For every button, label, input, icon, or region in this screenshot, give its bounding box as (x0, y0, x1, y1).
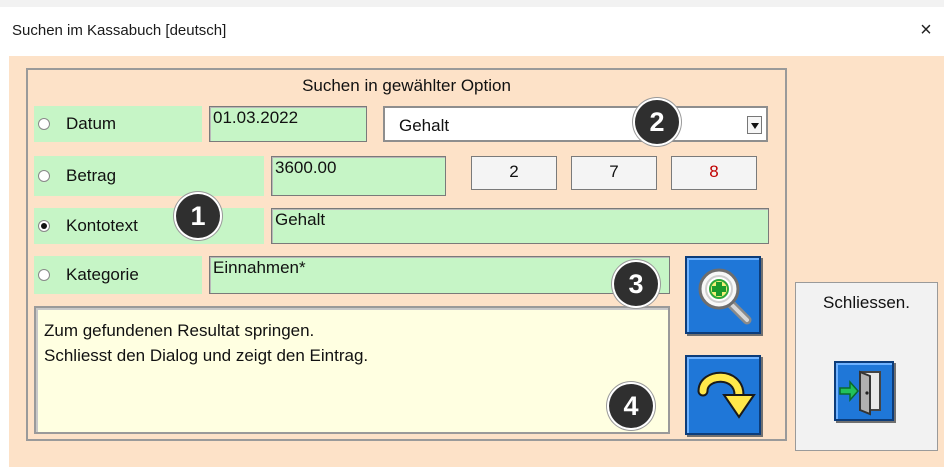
close-label: Schliessen. (823, 293, 910, 312)
option-kontotext-label: Kontotext (66, 216, 138, 235)
datum-field[interactable]: 01.03.2022 (209, 106, 367, 142)
betrag-field[interactable]: 3600.00 (271, 156, 446, 196)
counter-button-2[interactable]: 7 (571, 156, 657, 190)
curved-arrow-down-icon (697, 371, 756, 419)
jump-to-result-button[interactable] (685, 355, 761, 435)
door-exit-icon (839, 370, 881, 416)
radio-betrag[interactable] (38, 170, 50, 182)
option-betrag-label: Betrag (66, 166, 117, 185)
option-kontotext[interactable]: Kontotext (34, 208, 264, 244)
frame-title: Suchen in gewählter Option (302, 76, 511, 95)
chevron-down-icon[interactable] (747, 116, 762, 134)
window-title: Suchen im Kassabuch [deutsch] (12, 22, 227, 39)
magnifier-plus-icon (698, 268, 752, 325)
radio-kontotext[interactable] (38, 220, 50, 232)
badge-1: 1 (176, 194, 220, 238)
radio-datum[interactable] (38, 118, 50, 130)
counter-button-3[interactable]: 8 (671, 156, 757, 190)
kontotext-field[interactable]: Gehalt (271, 208, 769, 244)
info-line-2: Schliesst den Dialog und zeigt den Eintr… (44, 346, 369, 365)
close-panel: Schliessen. (795, 282, 938, 451)
info-text-box: Zum gefundenen Resultat springen. Schlie… (34, 306, 670, 434)
counter-button-1[interactable]: 2 (471, 156, 557, 190)
badge-4: 4 (609, 384, 653, 428)
radio-kategorie[interactable] (38, 269, 50, 281)
info-line-1: Zum gefundenen Resultat springen. (44, 321, 315, 340)
kategorie-field[interactable]: Einnahmen* (209, 256, 670, 294)
badge-2: 2 (635, 100, 679, 144)
option-kategorie[interactable]: Kategorie (34, 256, 202, 294)
option-datum-label: Datum (66, 114, 117, 133)
badge-3: 3 (614, 262, 658, 306)
combo-value: Gehalt (399, 116, 450, 135)
option-betrag[interactable]: Betrag (34, 156, 264, 196)
gehalt-combo[interactable]: Gehalt (383, 106, 768, 142)
exit-button[interactable] (834, 361, 894, 421)
search-button[interactable] (685, 256, 761, 334)
option-kategorie-label: Kategorie (66, 265, 139, 284)
close-window-button[interactable]: × (912, 16, 940, 44)
option-datum[interactable]: Datum (34, 106, 202, 142)
top-strip (0, 0, 944, 7)
